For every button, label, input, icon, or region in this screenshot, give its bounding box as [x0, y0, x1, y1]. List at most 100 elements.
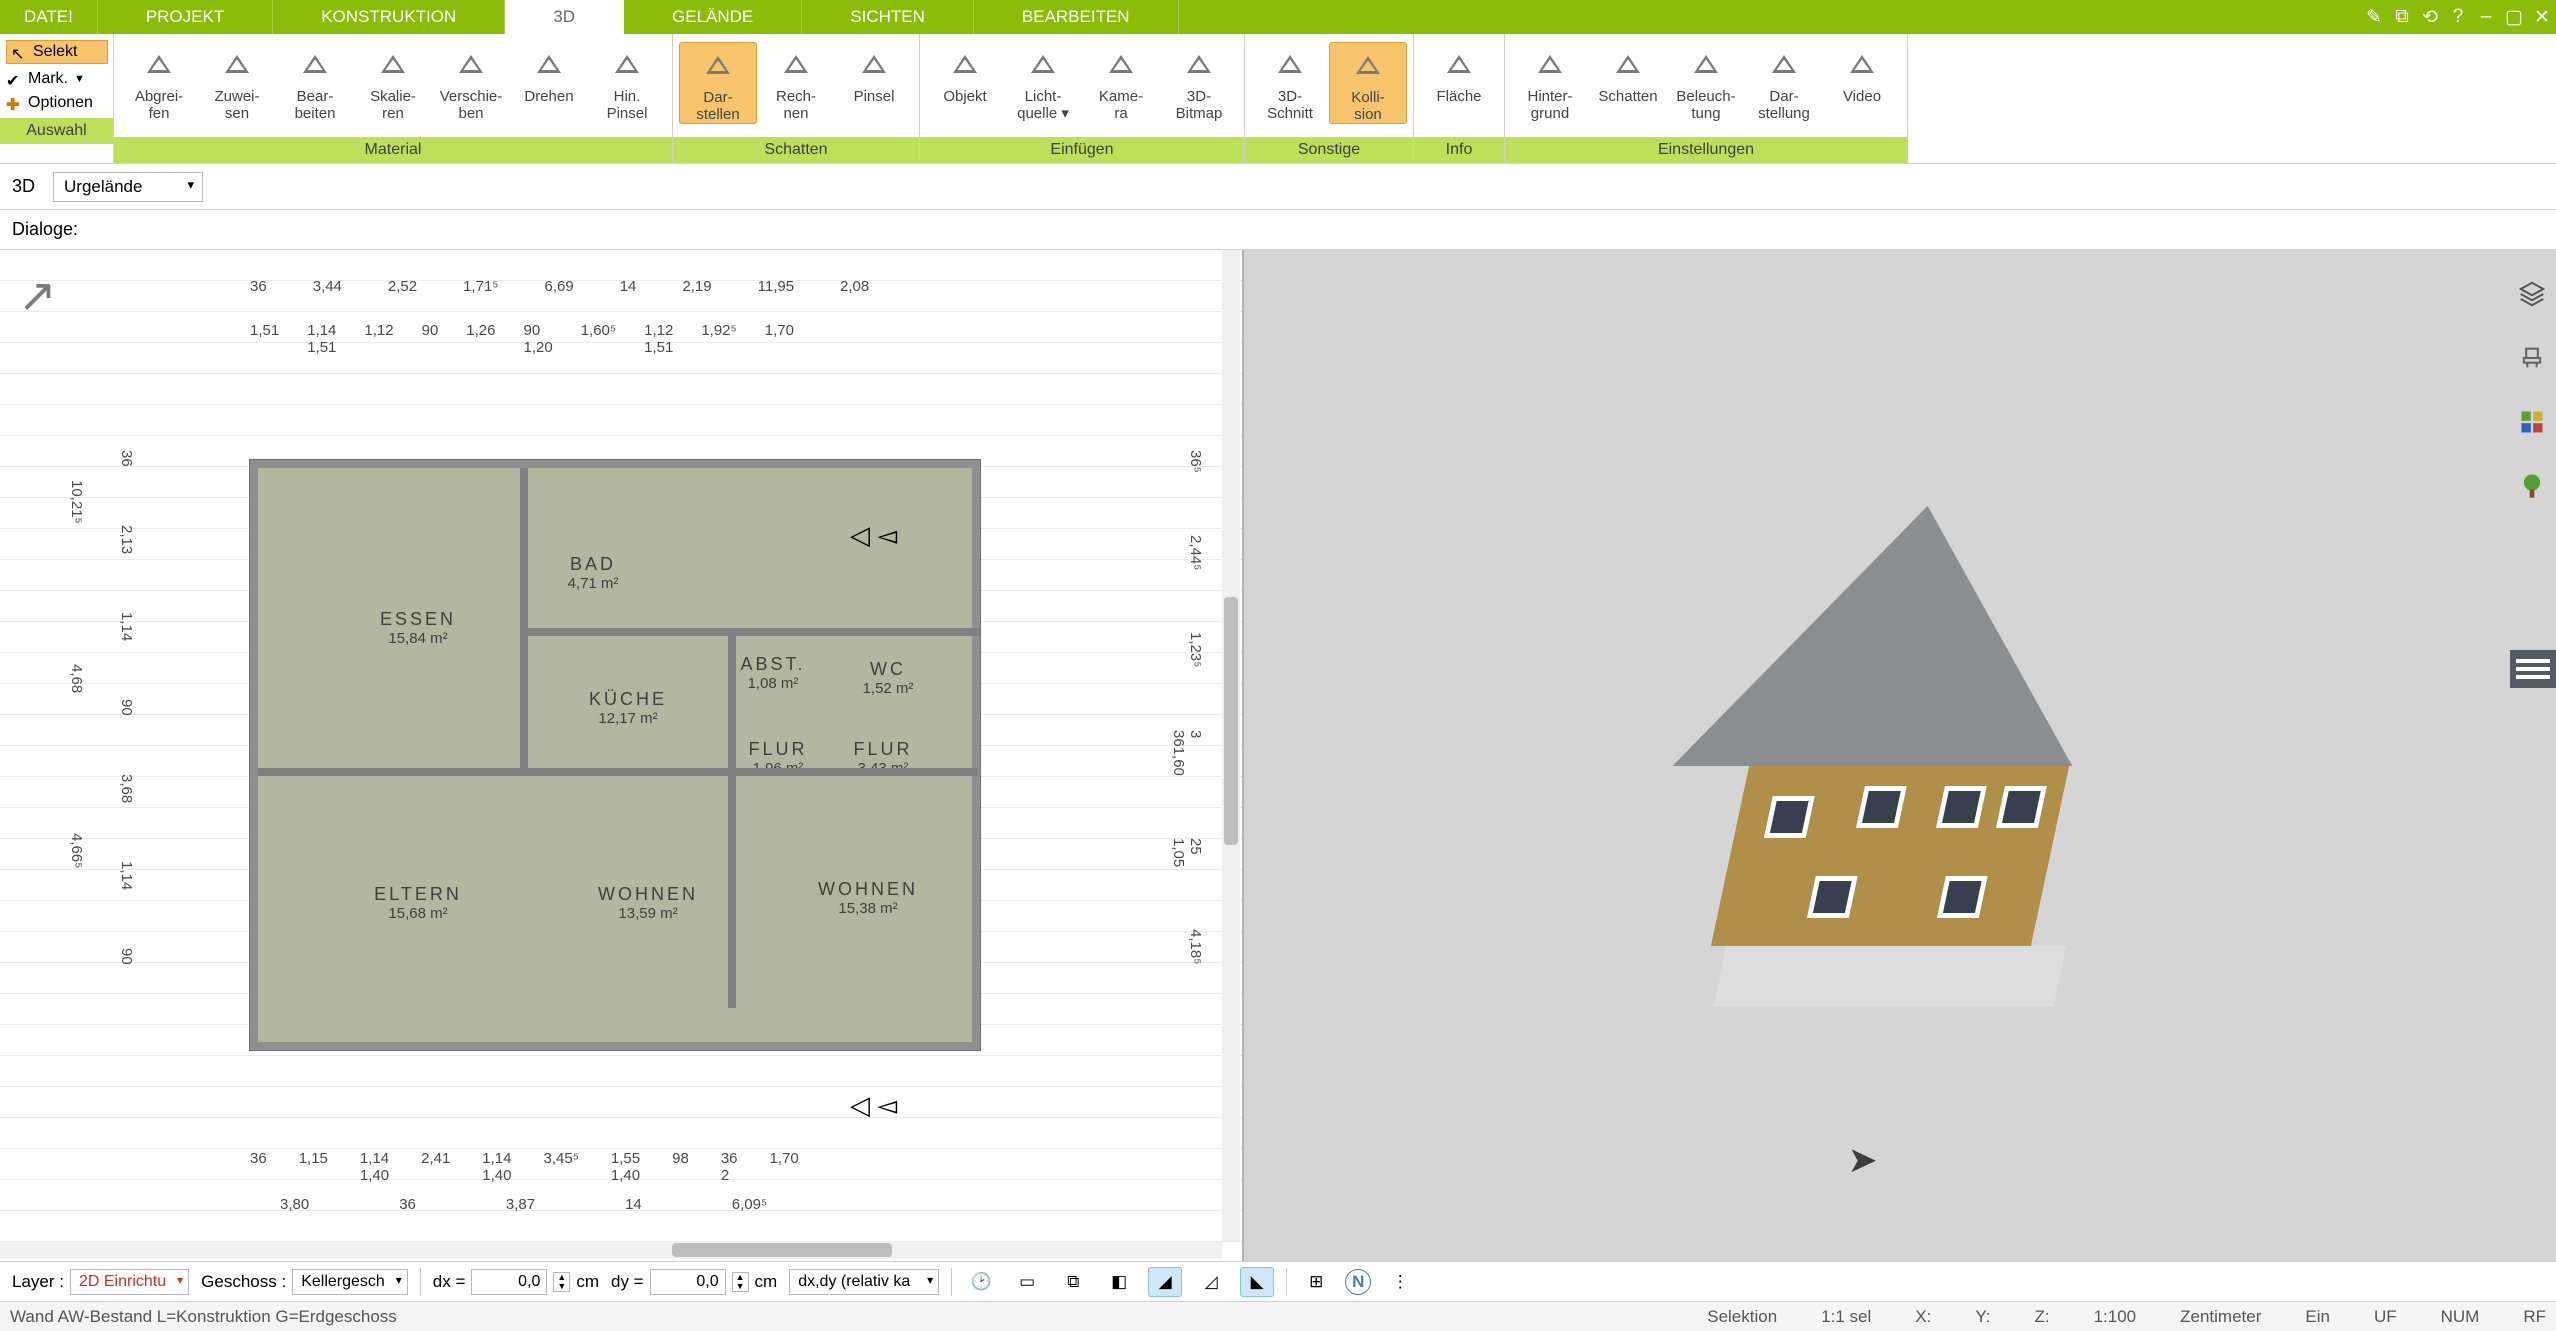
- menu-sichten[interactable]: SICHTEN: [802, 0, 974, 34]
- dy-input[interactable]: [650, 1269, 726, 1295]
- ribbon-material-5[interactable]: Drehen: [510, 42, 588, 105]
- dx-spinner[interactable]: ▲▼: [553, 1272, 570, 1292]
- mark-button[interactable]: ✔ Mark. ▼: [6, 70, 108, 88]
- snap-mid-icon[interactable]: ◿: [1194, 1267, 1228, 1297]
- ribbon-material-1[interactable]: Zuwei- sen: [198, 42, 276, 122]
- tree-icon[interactable]: [2512, 466, 2552, 506]
- maximize-icon[interactable]: ▢: [2500, 0, 2528, 34]
- scrollbar-horizontal[interactable]: [0, 1241, 1222, 1259]
- dimension-text: 36: [250, 278, 267, 295]
- layer-dropdown[interactable]: 2D Einrichtu: [70, 1269, 189, 1295]
- brush-icon[interactable]: ✎: [2360, 0, 2388, 34]
- window-icon[interactable]: ⧉: [2388, 0, 2416, 34]
- group-label-sonstige: Sonstige: [1245, 137, 1413, 163]
- ribbon-material-2[interactable]: Bear- beiten: [276, 42, 354, 122]
- panel-pull-tab[interactable]: [2510, 650, 2556, 688]
- status-bar: Wand AW-Bestand L=Konstruktion G=Erdgesc…: [0, 1301, 2556, 1331]
- status-rf: RF: [2523, 1307, 2546, 1327]
- layers-icon[interactable]: [2512, 274, 2552, 314]
- ribbon-schatten-1[interactable]: Rech- nen: [757, 42, 835, 122]
- check-icon: ✔: [6, 71, 22, 87]
- snap-face-icon[interactable]: ◣: [1240, 1267, 1274, 1297]
- ribbon-einstellungen-4[interactable]: Video: [1823, 42, 1901, 105]
- scrollbar-vertical[interactable]: [1222, 250, 1240, 1241]
- ribbon-einfuegen-2[interactable]: Kame- ra: [1082, 42, 1160, 122]
- view-dropdown[interactable]: Urgelände: [53, 172, 203, 202]
- dimension-text: 3,45⁵: [544, 1150, 579, 1184]
- dy-label: dy =: [611, 1272, 644, 1292]
- status-x: X:: [1915, 1307, 1931, 1327]
- ribbon-einfuegen-3[interactable]: 3D- Bitmap: [1160, 42, 1238, 122]
- close-icon[interactable]: ✕: [2528, 0, 2556, 34]
- ribbon-material-4[interactable]: Verschie- ben: [432, 42, 510, 122]
- ribbon-material-3[interactable]: Skalie- ren: [354, 42, 432, 122]
- menu-datei[interactable]: DATEI: [0, 0, 98, 34]
- menu-bearbeiten[interactable]: BEARBEITEN: [974, 0, 1179, 34]
- material-5-icon: [526, 44, 572, 84]
- menu-3d[interactable]: 3D: [505, 0, 624, 34]
- ribbon-schatten-0[interactable]: Dar- stellen: [679, 42, 757, 124]
- status-scale: 1:100: [2094, 1307, 2137, 1327]
- ribbon-info-0[interactable]: Fläche: [1420, 42, 1498, 105]
- coord-mode-dropdown[interactable]: dx,dy (relativ ka: [789, 1269, 939, 1295]
- ribbon-label: Verschie- ben: [440, 88, 503, 122]
- dimension-text: 6,09⁵: [732, 1196, 767, 1213]
- selekt-button[interactable]: ↖ Selekt: [6, 40, 108, 64]
- dimension-text: 36⁵: [1170, 450, 1204, 473]
- snap-endpoint-icon[interactable]: ◢: [1148, 1267, 1182, 1297]
- room-flur: FLUR1,96 m²: [728, 728, 828, 788]
- grid-icon[interactable]: ⊞: [1299, 1267, 1333, 1297]
- dimension-text: 1,23⁵: [1170, 632, 1204, 667]
- ribbon-label: Bear- beiten: [295, 88, 336, 122]
- geschoss-dropdown[interactable]: Kellergesch: [292, 1269, 408, 1295]
- menu-konstruktion[interactable]: KONSTRUKTION: [273, 0, 505, 34]
- ribbon-schatten-2[interactable]: Pinsel: [835, 42, 913, 105]
- menu-projekt[interactable]: PROJEKT: [98, 0, 273, 34]
- label-3d: 3D: [12, 176, 35, 197]
- view-marker-top: ◁ ◅: [850, 520, 897, 551]
- ribbon-sonstige-1[interactable]: Kolli- sion: [1329, 42, 1407, 124]
- ribbon-einstellungen-0[interactable]: Hinter- grund: [1511, 42, 1589, 122]
- pane-3d-view[interactable]: ➤: [1244, 250, 2556, 1261]
- ribbon-einfuegen-1[interactable]: Licht- quelle ▾: [1004, 42, 1082, 122]
- ribbon-label: Objekt: [943, 88, 986, 105]
- highlight-icon[interactable]: ▭: [1010, 1267, 1044, 1297]
- help-icon[interactable]: ?: [2444, 0, 2472, 34]
- pane-2d-plan[interactable]: ↗ 363,442,521,71⁵6,69142,1911,952,08 1,5…: [0, 250, 1244, 1261]
- dimension-text: 36: [250, 1150, 267, 1184]
- ribbon-einstellungen-2[interactable]: Beleuch- tung: [1667, 42, 1745, 122]
- menu-gelaende[interactable]: GELÄNDE: [624, 0, 802, 34]
- schatten-2-icon: [851, 44, 897, 84]
- einstellungen-2-icon: [1683, 44, 1729, 84]
- ribbon-einstellungen-3[interactable]: Dar- stellung: [1745, 42, 1823, 122]
- stack-icon[interactable]: ⧉: [1056, 1267, 1090, 1297]
- minimize-icon[interactable]: –: [2472, 0, 2500, 34]
- ribbon-einstellungen-1[interactable]: Schatten: [1589, 42, 1667, 105]
- clock-icon[interactable]: 🕑: [964, 1267, 998, 1297]
- ribbon-label: 3D- Schnitt: [1267, 88, 1313, 122]
- switch-icon[interactable]: ⟲: [2416, 0, 2444, 34]
- ribbon-label: Pinsel: [854, 88, 895, 105]
- dx-unit: cm: [576, 1272, 599, 1292]
- north-toggle-icon[interactable]: N: [1345, 1269, 1371, 1295]
- overlap-icon[interactable]: ◧: [1102, 1267, 1136, 1297]
- color-palette-icon[interactable]: [2512, 402, 2552, 442]
- ribbon-sonstige-0[interactable]: 3D- Schnitt: [1251, 42, 1329, 122]
- material-0-icon: [136, 44, 182, 84]
- status-selektion: Selektion: [1707, 1307, 1777, 1327]
- chair-icon[interactable]: [2512, 338, 2552, 378]
- status-uf: UF: [2374, 1307, 2397, 1327]
- group-label-einfuegen: Einfügen: [920, 137, 1244, 163]
- ribbon-material-0[interactable]: Abgrei- fen: [120, 42, 198, 122]
- ribbon-material-6[interactable]: Hin. Pinsel: [588, 42, 666, 122]
- dx-input[interactable]: [471, 1269, 547, 1295]
- dy-unit: cm: [755, 1272, 778, 1292]
- status-info: Wand AW-Bestand L=Konstruktion G=Erdgesc…: [10, 1307, 397, 1327]
- ribbon-label: Schatten: [1598, 88, 1657, 105]
- sonstige-1-icon: [1345, 45, 1391, 85]
- ribbon-einfuegen-0[interactable]: Objekt: [926, 42, 1004, 105]
- optionen-button[interactable]: ✚ Optionen: [6, 94, 108, 112]
- dy-spinner[interactable]: ▲▼: [732, 1272, 749, 1292]
- ribbon-label: Beleuch- tung: [1676, 88, 1735, 122]
- more-icon[interactable]: ⋮: [1383, 1267, 1417, 1297]
